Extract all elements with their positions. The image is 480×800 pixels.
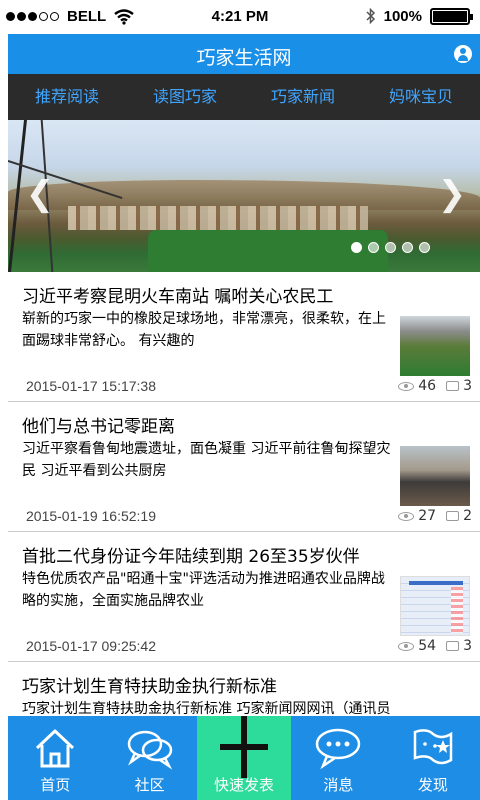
home-icon <box>36 729 75 768</box>
bluetooth-icon <box>366 7 375 25</box>
comment-count: 3 <box>463 378 472 394</box>
comment-icon <box>446 381 460 391</box>
news-summary: 崭新的巧家一中的橡胶足球场地，非常漂亮，很柔软，在上面踢球非常舒心。 有兴趣的 <box>22 311 386 349</box>
nav-label: 发现 <box>417 776 448 794</box>
bottom-nav: 首页 社区 快速发表 消息 发现 <box>8 716 480 800</box>
nav-label: 消息 <box>323 776 354 794</box>
view-count: 54 <box>418 638 437 654</box>
nav-label: 快速发表 <box>214 776 275 794</box>
nav-home[interactable]: 首页 <box>8 716 102 800</box>
chevron-left-icon[interactable]: ❮ <box>24 174 56 214</box>
nav-label: 首页 <box>40 776 71 794</box>
tab-mommy-baby[interactable]: 妈咪宝贝 <box>362 74 480 120</box>
message-icon <box>316 728 361 770</box>
news-date: 2015-01-17 09:25:42 <box>26 638 156 654</box>
tab-recommended[interactable]: 推荐阅读 <box>8 74 126 120</box>
carousel-dot[interactable] <box>368 242 379 253</box>
comment-count: 3 <box>463 638 472 654</box>
nav-quick-post[interactable]: 快速发表 <box>196 716 292 800</box>
news-thumbnail <box>400 446 470 506</box>
carousel-dot[interactable] <box>402 242 413 253</box>
list-item[interactable]: 巧家计划生育特扶助金执行新标准 巧家计划生育特扶助金执行新标准 巧家新闻网网讯（… <box>8 662 480 722</box>
battery-percent: 100% <box>383 7 422 25</box>
eye-icon <box>398 381 415 391</box>
image-carousel[interactable]: ❮ ❯ <box>8 120 480 272</box>
tab-news[interactable]: 巧家新闻 <box>244 74 362 120</box>
view-count: 46 <box>418 378 437 394</box>
news-date: 2015-01-17 15:17:38 <box>26 378 156 394</box>
flag-icon <box>413 729 453 765</box>
list-item[interactable]: 他们与总书记零距离 习近平察看鲁甸地震遗址，面色凝重 习近平前往鲁甸探望灾民 习… <box>8 402 480 532</box>
thumbnail-title-bar <box>409 581 463 585</box>
nav-label: 社区 <box>134 776 165 794</box>
eye-icon <box>398 511 415 521</box>
category-tabs: 推荐阅读 读图巧家 巧家新闻 妈咪宝贝 <box>8 74 480 120</box>
carousel-dot[interactable] <box>351 242 362 253</box>
tab-photo[interactable]: 读图巧家 <box>126 74 244 120</box>
carousel-dot[interactable] <box>419 242 430 253</box>
status-right: 100% <box>366 7 473 25</box>
news-stats: 27 2 <box>398 508 472 524</box>
news-headline: 巧家计划生育特扶助金执行新标准 <box>22 677 277 697</box>
news-headline: 首批二代身份证今年陆续到期 26至35岁伙伴 <box>22 547 360 567</box>
news-headline: 他们与总书记零距离 <box>22 417 175 437</box>
battery-icon <box>430 7 473 25</box>
news-thumbnail <box>400 316 470 376</box>
carousel-indicator <box>351 242 430 253</box>
battery-fill <box>433 10 467 22</box>
page-title: 巧家生活网 <box>196 47 292 69</box>
list-item[interactable]: 首批二代身份证今年陆续到期 26至35岁伙伴 特色优质农产品"昭通十宝"评选活动… <box>8 532 480 662</box>
comment-icon <box>446 641 460 651</box>
nav-discover[interactable]: 发现 <box>386 716 480 800</box>
user-icon[interactable] <box>454 45 472 63</box>
nav-messages[interactable]: 消息 <box>291 716 385 800</box>
status-bar: BELL 4:21 PM 100% <box>0 0 480 34</box>
news-thumbnail <box>400 576 470 636</box>
chevron-right-icon[interactable]: ❯ <box>436 174 468 214</box>
news-summary: 特色优质农产品"昭通十宝"评选活动为推进昭通农业品牌战略的实施，全面实施品牌农业 <box>22 571 385 609</box>
nav-community[interactable]: 社区 <box>102 716 196 800</box>
chat-bubbles-icon <box>127 730 172 770</box>
news-summary: 习近平察看鲁甸地震遗址，面色凝重 习近平前往鲁甸探望灾民 习近平看到公共厨房 <box>22 441 391 479</box>
news-date: 2015-01-19 16:52:19 <box>26 508 156 524</box>
list-item[interactable]: 习近平考察昆明火车南站 嘱咐关心农民工 崭新的巧家一中的橡胶足球场地，非常漂亮，… <box>8 272 480 402</box>
app-header: 巧家生活网 <box>8 34 480 74</box>
news-headline: 习近平考察昆明火车南站 嘱咐关心农民工 <box>22 287 334 307</box>
news-stats: 54 3 <box>398 638 472 654</box>
comment-icon <box>446 511 460 521</box>
news-list: 习近平考察昆明火车南站 嘱咐关心农民工 崭新的巧家一中的橡胶足球场地，非常漂亮，… <box>8 272 480 722</box>
carousel-image <box>68 206 368 230</box>
eye-icon <box>398 641 415 651</box>
view-count: 27 <box>418 508 437 524</box>
carousel-dot[interactable] <box>385 242 396 253</box>
thumbnail-column <box>451 587 463 633</box>
comment-count: 2 <box>463 508 472 524</box>
news-stats: 46 3 <box>398 378 472 394</box>
